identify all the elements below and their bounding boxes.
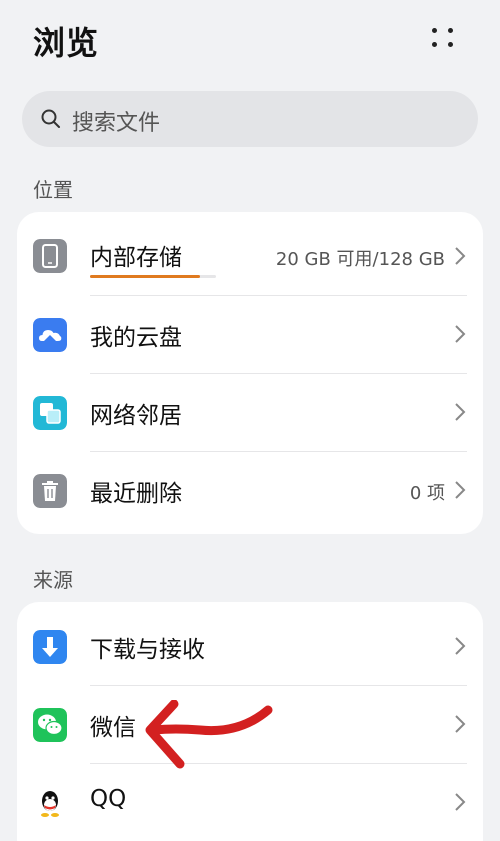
trash-icon	[33, 474, 67, 508]
deleted-count: 0 项	[409, 483, 445, 504]
section-label-location: 位置	[33, 178, 73, 202]
location-item-label: 我的云盘	[90, 325, 182, 351]
location-item-label: 网络邻居	[90, 403, 182, 429]
header: 浏览	[0, 0, 500, 80]
chevron-right-icon	[455, 715, 466, 733]
download-icon	[33, 630, 67, 664]
search-input[interactable]: 搜索文件	[72, 105, 160, 137]
chevron-right-icon	[455, 793, 466, 811]
location-item-cloud[interactable]: 我的云盘	[17, 296, 483, 374]
more-options-button[interactable]	[420, 20, 464, 60]
location-item-recently-deleted[interactable]: 最近删除 0 项	[17, 452, 483, 530]
storage-meta: 20 GB 可用/128 GB	[275, 249, 445, 270]
more-icon	[432, 28, 437, 33]
chevron-right-icon	[455, 637, 466, 655]
annotation-arrow-icon	[145, 700, 273, 769]
chevron-right-icon	[455, 247, 466, 265]
page-title: 浏览	[33, 24, 100, 62]
storage-usage-bar	[90, 275, 200, 278]
wechat-icon	[33, 708, 67, 742]
phone-icon	[33, 239, 67, 273]
location-item-label: 内部存储	[90, 245, 182, 271]
cloud-icon	[33, 318, 67, 352]
search-icon	[41, 109, 60, 128]
source-item-downloads[interactable]: 下载与接收	[17, 608, 483, 686]
location-item-label: 最近删除	[90, 481, 182, 507]
qq-icon	[33, 786, 67, 820]
search-bar[interactable]: 搜索文件	[22, 91, 478, 147]
location-item-internal-storage[interactable]: 内部存储 20 GB 可用/128 GB	[17, 212, 483, 296]
source-item-label: 微信	[90, 715, 136, 741]
network-icon	[33, 396, 67, 430]
location-item-network[interactable]: 网络邻居	[17, 374, 483, 452]
chevron-right-icon	[455, 325, 466, 343]
source-item-label: 下载与接收	[90, 637, 205, 663]
section-label-source: 来源	[33, 568, 73, 592]
chevron-right-icon	[455, 403, 466, 421]
chevron-right-icon	[455, 481, 466, 499]
source-item-label: QQ	[90, 786, 127, 812]
location-card: 内部存储 20 GB 可用/128 GB 我的云盘 网络邻居 最近删除 0 项	[17, 212, 483, 534]
